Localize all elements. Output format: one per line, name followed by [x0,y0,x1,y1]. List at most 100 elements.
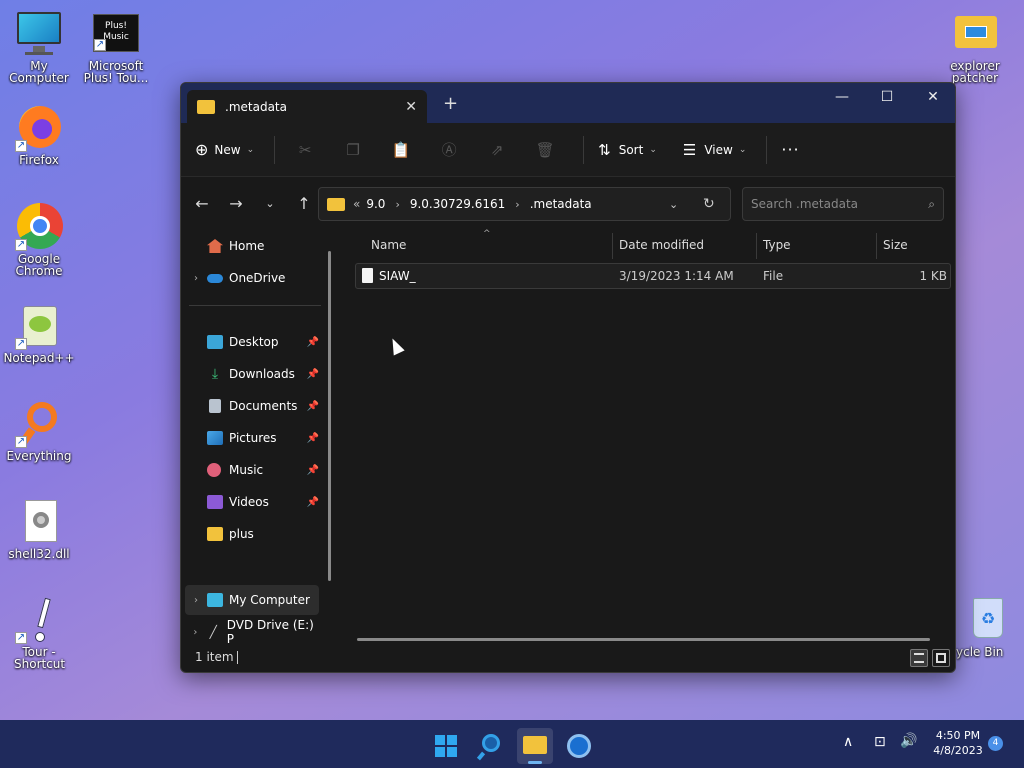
title-bar: .metadata ✕ + — ☐ ✕ [181,83,955,123]
delete-icon[interactable]: 🗑 [529,134,561,166]
column-header-date[interactable]: Date modified [619,231,704,261]
file-explorer-taskbar-button[interactable] [517,728,553,764]
desktop-icon-label: Notepad++ [3,351,75,365]
picture-icon [207,431,223,445]
column-divider[interactable] [612,233,613,259]
pin-icon[interactable]: 📌 [307,497,319,508]
column-header-name[interactable]: Name [371,231,406,261]
shortcut-arrow-icon: ↗ [94,39,106,51]
address-bar[interactable]: « 9.0 › 9.0.30729.6161 › .metadata ⌄ ↻ [318,187,731,221]
search-box[interactable]: ⌕ [742,187,944,221]
desktop-icon-my-computer[interactable]: My Computer [0,10,78,84]
rename-icon[interactable]: Ⓐ [433,134,465,166]
music-icon [207,463,221,477]
everything-icon: ↗ [15,400,63,448]
sidebar-item-videos[interactable]: Videos 📌 [185,487,319,517]
pin-icon[interactable]: 📌 [307,401,319,412]
large-icons-view-button[interactable] [932,649,950,667]
share-icon[interactable]: ⇗ [481,134,513,166]
recent-locations-button[interactable]: ⌄ [253,197,287,210]
chrome-taskbar-button[interactable] [561,728,597,764]
volume-icon[interactable]: 🔊 [900,733,917,749]
horizontal-scrollbar[interactable] [357,638,930,641]
search-taskbar-button[interactable] [473,728,509,764]
plus-music-icon: Plus! Music ↗ [93,14,139,52]
notification-badge[interactable]: 4 [988,736,1003,751]
sidebar-item-pictures[interactable]: Pictures 📌 [185,423,319,453]
desktop-icon-label: My Computer [9,59,69,85]
view-button[interactable]: ☰ View ⌄ [683,141,746,159]
sort-button[interactable]: ⇅ Sort ⌄ [598,141,657,159]
table-row[interactable]: SIAW_ 3/19/2023 1:14 AM File 1 KB [355,263,951,289]
details-view-icon [914,653,924,663]
network-icon[interactable]: ⊡ [874,734,886,750]
new-tab-button[interactable]: + [443,93,458,114]
sidebar-item-onedrive[interactable]: › OneDrive [185,263,319,293]
desktop-icon-firefox[interactable]: ↗ Firefox [0,104,78,166]
desktop-icon-recycle-bin[interactable]: ♻ ycle Bin [950,596,1024,658]
refresh-icon[interactable]: ↻ [703,196,715,212]
address-dropdown-icon[interactable]: ⌄ [669,198,678,211]
pin-icon[interactable]: 📌 [307,433,319,444]
copy-icon[interactable]: ❐ [337,134,369,166]
column-divider[interactable] [876,233,877,259]
start-button[interactable] [428,728,464,764]
breadcrumb-overflow[interactable]: « [353,197,360,211]
sidebar-item-label: Pictures [229,431,277,445]
sidebar-item-home[interactable]: Home [185,231,319,261]
sidebar-scrollbar[interactable] [328,251,331,581]
maximize-button[interactable]: ☐ [864,83,910,113]
search-icon[interactable]: ⌕ [928,197,935,212]
column-divider[interactable] [756,233,757,259]
minimize-button[interactable]: — [819,83,865,113]
desktop-icon-everything[interactable]: ↗ Everything [0,400,78,462]
desktop-icon-plus-music[interactable]: Plus! Music ↗ Microsoft Plus! Tou... [77,14,155,84]
desktop-icon-notepadpp[interactable]: ↗ Notepad++ [0,302,78,364]
cut-icon[interactable]: ✂ [289,134,321,166]
paste-icon[interactable]: 📋 [385,134,417,166]
breadcrumb-item[interactable]: .metadata [530,197,592,211]
sidebar-item-documents[interactable]: Documents 📌 [185,391,319,421]
column-header-size[interactable]: Size [883,231,908,261]
forward-button[interactable]: → [219,194,253,213]
see-more-button[interactable]: ··· [781,140,799,159]
pin-icon[interactable]: 📌 [307,369,319,380]
show-hidden-icons-button[interactable]: ∧ [843,734,853,750]
desktop-icon-tour[interactable]: ↗ Tour - Shortcut [0,596,78,670]
close-tab-icon[interactable]: ✕ [405,99,417,115]
breadcrumb-item[interactable]: 9.0.30729.6161 [410,197,505,211]
sidebar-item-downloads[interactable]: ⤓ Downloads 📌 [185,359,319,389]
sidebar-item-music[interactable]: Music 📌 [185,455,319,485]
sidebar-item-label: OneDrive [229,271,286,285]
sidebar-item-label: Desktop [229,335,279,349]
search-input[interactable] [751,197,929,211]
chevron-right-icon[interactable]: › [185,273,207,284]
download-icon: ⤓ [211,366,219,382]
sidebar-item-desktop[interactable]: Desktop 📌 [185,327,319,357]
chevron-right-icon[interactable]: › [185,595,207,606]
up-button[interactable]: ↑ [287,194,321,213]
breadcrumb-item[interactable]: 9.0 [366,197,385,211]
desktop-icon-explorer-patcher[interactable]: explorer patcher [936,10,1014,84]
chrome-icon: ↗ [15,203,63,251]
sidebar-item-label: Documents [229,399,298,413]
new-button[interactable]: ⊕ New ⌄ [195,140,254,159]
details-view-button[interactable] [910,649,928,667]
sidebar-item-my-computer[interactable]: › My Computer [185,585,319,615]
desktop-icon-chrome[interactable]: ↗ Google Chrome [0,203,78,277]
desktop-icon-label: Firefox [19,153,59,167]
sidebar-item-dvd-drive[interactable]: › ╱ DVD Drive (E:) P [185,617,319,647]
pin-icon[interactable]: 📌 [307,465,319,476]
desktop-icon-shell32[interactable]: shell32.dll [0,498,78,560]
item-count: 1 item [195,650,234,664]
back-button[interactable]: ← [185,194,219,213]
toolbar-divider [583,135,585,164]
column-header-type[interactable]: Type [763,231,791,261]
tab-metadata[interactable]: .metadata ✕ [187,90,427,123]
sidebar-item-plus[interactable]: plus [185,519,319,549]
pin-icon[interactable]: 📌 [307,337,319,348]
clock[interactable]: 4:50 PM 4/8/2023 [928,728,988,758]
search-handle [476,751,486,761]
chevron-right-icon[interactable]: › [185,627,206,638]
close-window-button[interactable]: ✕ [910,83,955,113]
